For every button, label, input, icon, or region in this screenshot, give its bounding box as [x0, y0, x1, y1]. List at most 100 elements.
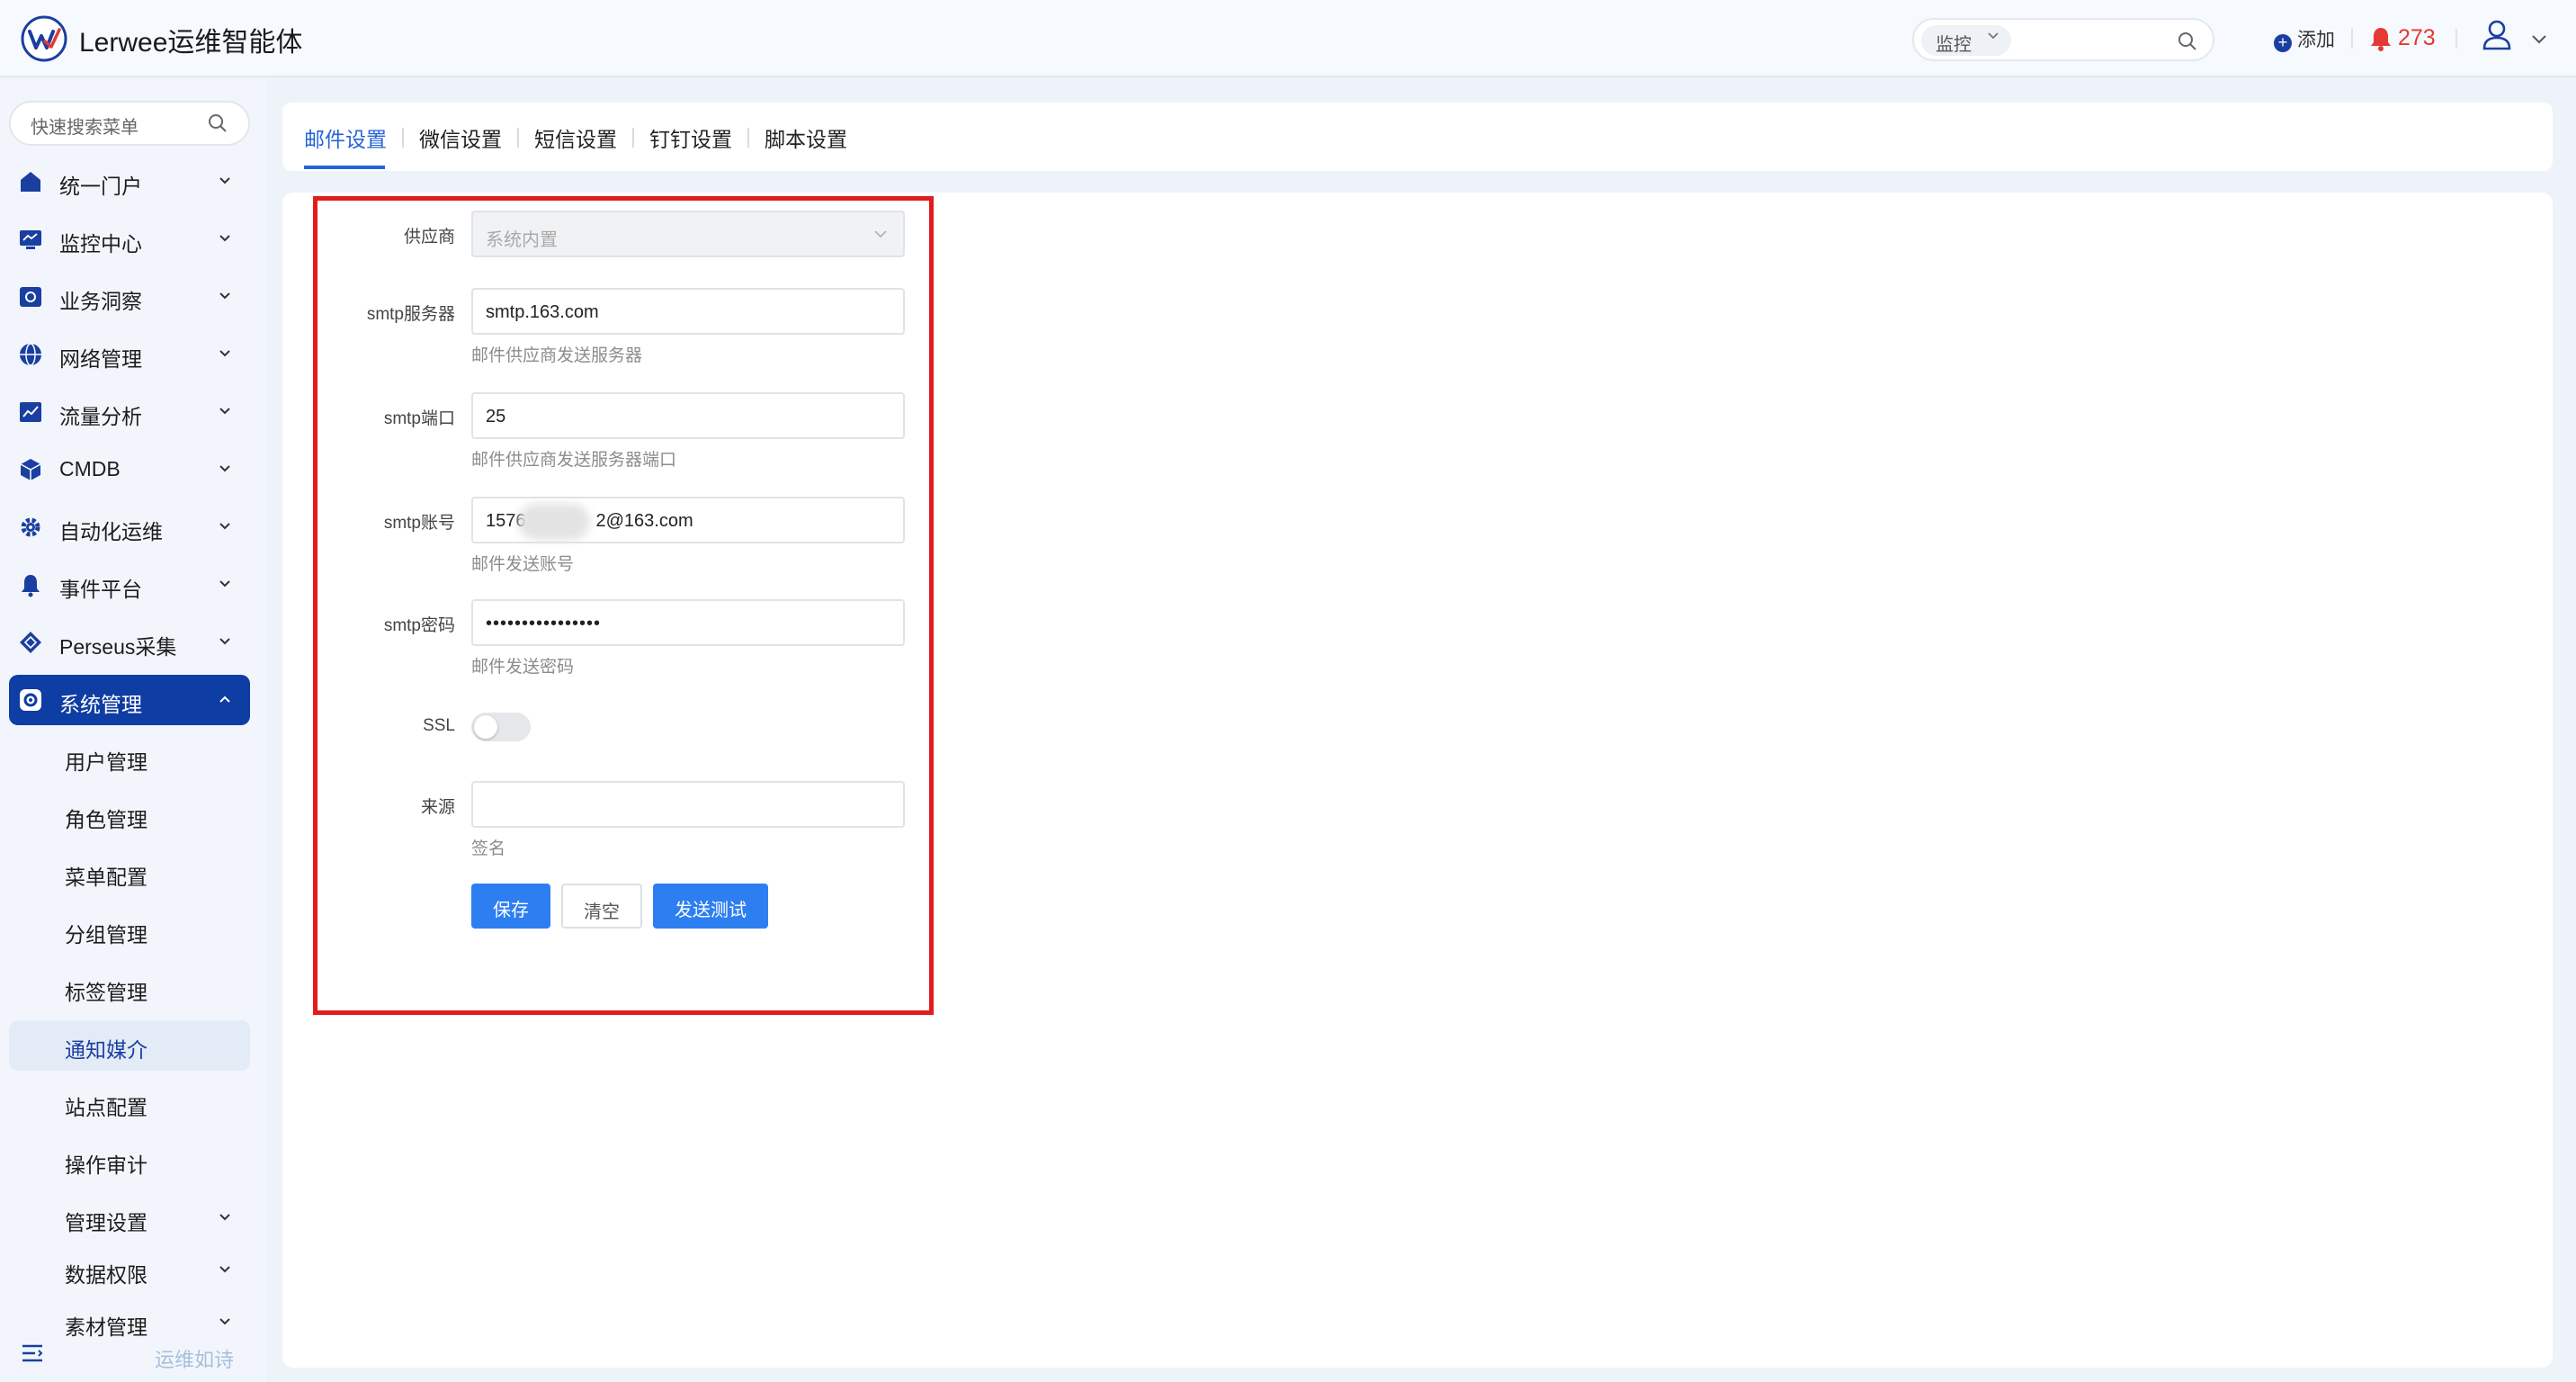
add-button[interactable]: + 添加	[2274, 25, 2335, 52]
bell-icon	[22, 575, 40, 597]
chevron-down-icon	[219, 235, 230, 242]
gear-icon	[21, 517, 40, 537]
sidebar-item-label: 网络管理	[59, 347, 142, 371]
sidebar-motto: 运维如诗	[155, 1349, 235, 1371]
insight-icon	[20, 287, 41, 307]
collapse-menu-icon[interactable]	[20, 1341, 45, 1366]
sidebar-item-label: 监控中心	[59, 232, 142, 256]
sidebar-item-label: CMDB	[59, 457, 121, 480]
cube-icon	[20, 459, 41, 480]
top-bar: Lerwee运维智能体 监控 + 添加 273	[0, 0, 2576, 77]
chevron-down-icon	[219, 523, 230, 530]
settings-tabs: 邮件设置 微信设置 短信设置 钉钉设置 脚本设置	[282, 103, 2553, 171]
sidebar-subitem-data-permissions[interactable]: 数据权限	[9, 1245, 250, 1296]
sidebar-subitem-label: 菜单配置	[65, 866, 148, 889]
chevron-down-icon	[219, 408, 230, 415]
search-scope-label: 监控	[1936, 35, 1972, 55]
sidebar-item-network[interactable]: 网络管理	[9, 329, 250, 380]
sidebar-item-label: Perseus采集	[59, 635, 177, 659]
sidebar-subitem-label: 标签管理	[65, 981, 148, 1004]
tab-sms-settings[interactable]: 短信设置	[534, 122, 617, 153]
sidebar-subitem-admin-settings[interactable]: 管理设置	[9, 1193, 250, 1243]
user-avatar-icon[interactable]	[2481, 18, 2513, 52]
sidebar-subitem-site-config[interactable]: 站点配置	[9, 1078, 250, 1128]
chevron-down-icon	[219, 177, 230, 184]
sidebar-item-events[interactable]: 事件平台	[9, 560, 250, 610]
sidebar-subitem-label: 站点配置	[65, 1096, 148, 1119]
divider	[402, 128, 404, 148]
add-button-label: 添加	[2297, 30, 2335, 50]
search-scope-select[interactable]: 监控	[1921, 25, 2011, 56]
tab-email-settings[interactable]: 邮件设置	[304, 122, 387, 153]
chevron-down-icon	[219, 465, 230, 472]
divider	[2455, 29, 2457, 49]
sidebar-subitem-label: 管理设置	[65, 1211, 148, 1234]
alert-notifications[interactable]: 273	[2369, 22, 2468, 58]
sidebar-subitem-users[interactable]: 用户管理	[9, 732, 250, 783]
sidebar-subitem-label: 用户管理	[65, 750, 148, 774]
divider	[632, 128, 634, 148]
sidebar-subitem-notification-media[interactable]: 通知媒介	[9, 1020, 250, 1071]
alert-count: 273	[2398, 25, 2436, 50]
sidebar-subitem-label: 分组管理	[65, 923, 148, 947]
sidebar-item-automation[interactable]: 自动化运维	[9, 502, 250, 552]
active-tab-indicator	[304, 166, 385, 169]
globe-icon	[20, 343, 41, 366]
sidebar-item-cmdb[interactable]: CMDB	[9, 444, 250, 495]
sidebar-item-label: 流量分析	[59, 405, 142, 428]
sidebar-item-insight[interactable]: 业务洞察	[9, 272, 250, 322]
sidebar-subitem-menu-config[interactable]: 菜单配置	[9, 848, 250, 898]
sidebar-item-label: 系统管理	[59, 693, 142, 716]
chevron-down-icon	[219, 1214, 230, 1221]
tab-script-settings[interactable]: 脚本设置	[765, 122, 847, 153]
chevron-down-icon	[219, 638, 230, 645]
sidebar-subitem-tags[interactable]: 标签管理	[9, 963, 250, 1013]
highlight-annotation-box	[313, 196, 934, 1015]
chevron-down-icon	[219, 1266, 230, 1273]
sidebar-subitem-audit[interactable]: 操作审计	[9, 1135, 250, 1186]
sidebar-item-system[interactable]: 系统管理	[9, 675, 250, 725]
sidebar-item-label: 事件平台	[59, 578, 142, 601]
divider	[747, 128, 749, 148]
search-icon	[209, 114, 227, 132]
sidebar-subitem-roles[interactable]: 角色管理	[9, 790, 250, 840]
logo-icon[interactable]	[20, 14, 68, 63]
sidebar-footer: 运维如诗	[0, 1330, 266, 1382]
sidebar-item-portal[interactable]: 统一门户	[9, 157, 250, 207]
tab-dingtalk-settings[interactable]: 钉钉设置	[649, 122, 732, 153]
global-search[interactable]: 监控	[1912, 18, 2214, 61]
sidebar-item-label: 统一门户	[59, 175, 142, 198]
sidebar: 快速搜索菜单 统一门户 监控中心 业务洞察 网络管理 流量分析 CMDB 自动化…	[0, 79, 266, 1382]
chevron-up-icon	[219, 695, 230, 703]
plus-circle-icon: +	[2274, 34, 2292, 52]
menu-search-input[interactable]: 快速搜索菜单	[9, 101, 250, 146]
sidebar-subitem-label: 通知媒介	[65, 1038, 148, 1062]
chevron-down-icon	[1988, 32, 1999, 40]
sidebar-item-perseus[interactable]: Perseus采集	[9, 617, 250, 668]
sidebar-subitem-label: 操作审计	[65, 1153, 148, 1177]
tab-wechat-settings[interactable]: 微信设置	[419, 122, 502, 153]
sidebar-subitem-label: 数据权限	[65, 1263, 148, 1287]
chart-icon	[20, 402, 41, 422]
chevron-down-icon	[219, 580, 230, 588]
bell-icon	[2371, 28, 2391, 51]
chevron-down-icon	[219, 1318, 230, 1325]
diamond-icon	[20, 632, 41, 653]
sidebar-subitem-groups[interactable]: 分组管理	[9, 905, 250, 956]
sidebar-item-label: 业务洞察	[59, 290, 142, 313]
search-icon[interactable]	[2177, 31, 2198, 52]
chevron-down-icon	[219, 292, 230, 300]
divider	[517, 128, 519, 148]
app-title: Lerwee运维智能体	[79, 28, 303, 58]
menu-search-placeholder: 快速搜索菜单	[31, 118, 139, 138]
sidebar-item-label: 自动化运维	[59, 520, 163, 543]
divider	[2351, 29, 2353, 49]
home-icon	[21, 172, 40, 192]
chevron-down-icon[interactable]	[2529, 31, 2549, 47]
sidebar-subitem-label: 角色管理	[65, 808, 148, 831]
settings-icon	[20, 689, 41, 711]
sidebar-item-monitor[interactable]: 监控中心	[9, 214, 250, 265]
monitor-icon	[20, 230, 41, 249]
chevron-down-icon	[219, 350, 230, 357]
sidebar-item-traffic[interactable]: 流量分析	[9, 387, 250, 437]
